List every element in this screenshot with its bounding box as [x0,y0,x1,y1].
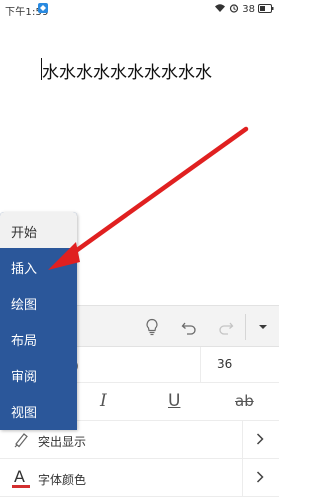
underline-button[interactable]: U [168,391,180,411]
font-color-label: 字体颜色 [38,473,87,487]
redo-icon[interactable] [215,316,237,338]
highlight-row-divider [242,421,243,459]
dropdown-icon[interactable] [252,316,274,338]
menu-item-draw[interactable]: 绘图 [0,284,77,320]
status-bar: 下午1:59 38 [0,0,279,18]
font-color-row[interactable]: A 字体颜色 [0,459,279,497]
font-color-row-divider [242,459,243,497]
menu-item-home[interactable]: 开始 [0,212,77,248]
chevron-right-icon[interactable] [256,471,264,486]
status-icons: 38 [214,3,274,16]
wifi-icon [214,3,226,16]
ribbon-tab-menu: 开始 插入 绘图 布局 审阅 视图 [0,212,77,430]
font-row-divider [200,347,201,383]
font-color-letter: A [14,467,25,486]
highlighter-icon [12,430,30,450]
menu-item-insert[interactable]: 插入 [0,248,77,284]
chevron-right-icon[interactable] [256,433,264,448]
battery-level: 38 [242,4,255,15]
menu-item-label: 视图 [11,406,38,421]
highlight-label: 突出显示 [38,435,87,449]
menu-item-label: 绘图 [11,298,38,313]
menu-item-review[interactable]: 审阅 [0,356,77,392]
menu-item-label: 插入 [11,262,38,277]
alarm-icon [229,3,239,16]
menu-item-layout[interactable]: 布局 [0,320,77,356]
font-color-swatch [12,485,30,488]
battery-icon [258,3,274,16]
strikethrough-button[interactable]: ab [235,392,254,410]
menu-item-label: 审阅 [11,370,38,385]
font-size-value[interactable]: 36 [217,357,232,371]
lightbulb-icon[interactable] [141,316,163,338]
italic-button[interactable]: I [100,391,107,411]
menu-item-label: 开始 [11,226,38,241]
font-color-icon: A [12,467,30,488]
menu-item-view[interactable]: 视图 [0,392,77,428]
menu-item-label: 布局 [11,334,38,349]
toolbar-divider [245,314,246,340]
app-notification-icon [38,3,48,13]
undo-icon[interactable] [178,316,200,338]
document-text[interactable]: 水水水水水水水水水水 [42,58,212,83]
